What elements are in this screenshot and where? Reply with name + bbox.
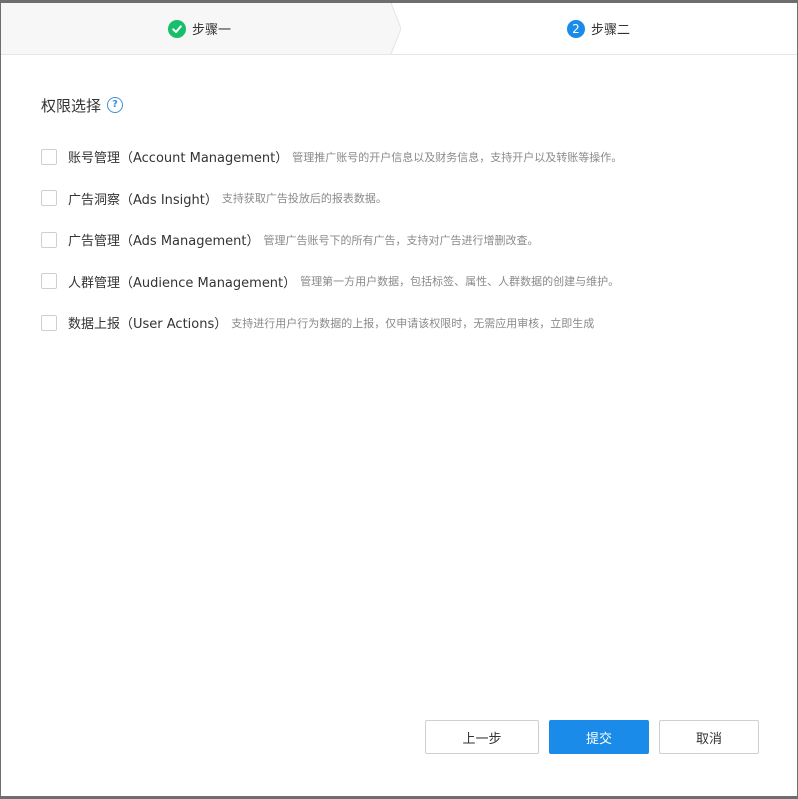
checkbox[interactable] bbox=[41, 273, 57, 290]
permission-item-ads-insight[interactable]: 广告洞察（Ads Insight） 支持获取广告投放后的报表数据。 bbox=[41, 178, 781, 220]
permission-name: 人群管理（Audience Management） bbox=[68, 275, 297, 291]
steps-bar: 步骤一 2 步骤二 bbox=[1, 3, 797, 55]
section-title-text: 权限选择 bbox=[41, 96, 102, 115]
permission-description: 支持进行用户行为数据的上报，仅申请该权限时，无需应用审核，立即生成 bbox=[231, 316, 595, 330]
permission-description: 管理第一方用户数据，包括标签、属性、人群数据的创建与维护。 bbox=[300, 275, 620, 289]
permission-item-ads-management[interactable]: 广告管理（Ads Management） 管理广告账号下的所有广告，支持对广告进… bbox=[41, 219, 781, 261]
step-two-number: 2 bbox=[567, 19, 585, 38]
step-one-label: 步骤一 bbox=[192, 23, 232, 38]
checkbox[interactable] bbox=[41, 190, 57, 207]
step-two-label: 步骤二 bbox=[591, 23, 631, 38]
permission-description: 支持获取广告投放后的报表数据。 bbox=[221, 192, 387, 206]
check-circle-icon bbox=[168, 19, 186, 38]
permission-item-user-actions[interactable]: 数据上报（User Actions） 支持进行用户行为数据的上报，仅申请该权限时… bbox=[41, 302, 781, 344]
cancel-button[interactable]: 取消 bbox=[659, 720, 759, 754]
step-one: 步骤一 bbox=[168, 3, 231, 54]
permission-name: 账号管理（Account Management） bbox=[68, 151, 289, 167]
authorization-dialog: 步骤一 2 步骤二 权限选择 ? 账号管理（Account Management… bbox=[1, 3, 797, 796]
permission-name: 广告洞察（Ads Insight） bbox=[68, 192, 218, 208]
previous-step-button[interactable]: 上一步 bbox=[425, 720, 539, 754]
permission-item-account-management[interactable]: 账号管理（Account Management） 管理推广账号的开户信息以及财务… bbox=[41, 136, 781, 178]
permission-item-audience-management[interactable]: 人群管理（Audience Management） 管理第一方用户数据，包括标签… bbox=[41, 261, 781, 303]
section-title: 权限选择 ? bbox=[41, 94, 124, 116]
permission-description: 管理推广账号的开户信息以及财务信息，支持开户以及转账等操作。 bbox=[292, 150, 623, 164]
help-icon[interactable]: ? bbox=[107, 97, 124, 113]
checkbox[interactable] bbox=[41, 314, 57, 331]
permission-list: 账号管理（Account Management） 管理推广账号的开户信息以及财务… bbox=[41, 136, 781, 344]
checkbox[interactable] bbox=[41, 231, 57, 248]
permission-name: 数据上报（User Actions） bbox=[68, 317, 228, 333]
permission-description: 管理广告账号下的所有广告，支持对广告进行增删改查。 bbox=[263, 233, 539, 247]
step-two: 2 步骤二 bbox=[567, 3, 630, 54]
permission-name: 广告管理（Ads Management） bbox=[68, 234, 260, 250]
submit-button[interactable]: 提交 bbox=[549, 720, 649, 754]
checkbox[interactable] bbox=[41, 148, 57, 165]
